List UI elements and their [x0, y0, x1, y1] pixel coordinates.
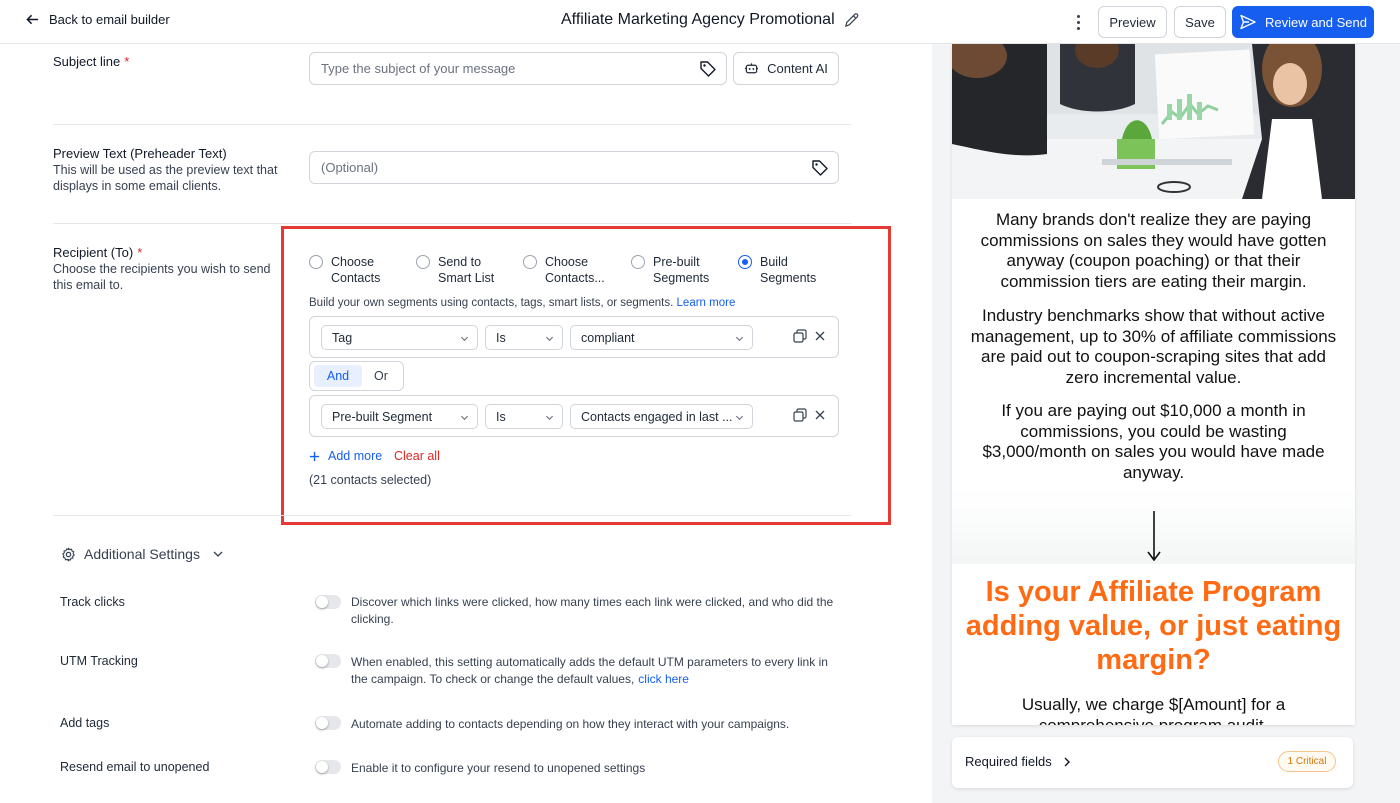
click-here-link[interactable]: click here [638, 672, 689, 686]
radio-dot[interactable] [309, 255, 323, 269]
review-and-send-button[interactable]: Review and Send [1232, 6, 1374, 38]
top-bar: Back to email builder Affiliate Marketin… [0, 0, 1400, 44]
radio-send-to-smart-list[interactable]: Send to Smart List [416, 254, 494, 286]
tag-icon[interactable] [811, 159, 829, 177]
chevron-down-icon [735, 415, 744, 421]
arrow-down-icon [1147, 511, 1161, 562]
close-icon[interactable] [814, 409, 826, 421]
rule-operator-select[interactable]: Is [485, 325, 563, 350]
critical-badge: 1 Critical [1278, 751, 1336, 772]
chevron-down-icon [213, 551, 223, 557]
and-or-toggle: And Or [309, 361, 404, 391]
email-headline: Is your Affiliate Program adding value, … [965, 576, 1342, 676]
additional-settings-toggle[interactable]: Additional Settings [61, 546, 224, 562]
robot-icon [745, 63, 759, 74]
or-button[interactable]: Or [374, 369, 388, 383]
arrow-left-icon [26, 14, 39, 25]
radio-dot[interactable] [416, 255, 430, 269]
chevron-down-icon [545, 415, 554, 421]
plus-icon [309, 451, 320, 461]
required-fields-panel[interactable]: Required fields 1 Critical [952, 737, 1353, 788]
send-label: Review and Send [1265, 14, 1367, 30]
preheader-input[interactable]: (Optional) [309, 151, 839, 184]
divider [53, 124, 852, 125]
add-tags-label: Add tags [60, 716, 110, 730]
track-clicks-label: Track clicks [60, 595, 125, 609]
radio-pre-built-segments[interactable]: Pre-built Segments [631, 254, 709, 286]
more-options-icon[interactable] [1070, 12, 1086, 32]
back-label: Back to email builder [49, 12, 170, 27]
office-photo [952, 44, 1355, 199]
resend-unopened-description: Enable it to configure your resend to un… [351, 761, 646, 775]
clear-all-button[interactable]: Clear all [394, 449, 440, 463]
radio-build-segments[interactable]: Build Segments [738, 254, 816, 286]
build-segments-hint: Build your own segments using contacts, … [309, 297, 736, 309]
close-icon[interactable] [814, 330, 826, 342]
divider [53, 515, 852, 516]
chevron-down-icon [460, 336, 469, 342]
pencil-icon[interactable] [843, 12, 860, 29]
required-fields-title[interactable]: Required fields [965, 754, 1072, 769]
divider [53, 223, 852, 224]
subject-label: Subject line * [53, 54, 130, 69]
radio-dot-selected[interactable] [738, 255, 752, 269]
email-paragraph: Industry benchmarks show that without ac… [970, 306, 1337, 387]
preheader-placeholder: (Optional) [321, 160, 379, 175]
track-clicks-toggle[interactable] [315, 595, 341, 609]
campaign-title-text: Affiliate Marketing Agency Promotional [561, 11, 835, 28]
content-ai-label: Content AI [767, 61, 828, 76]
chevron-right-icon [1064, 757, 1070, 766]
add-more-button[interactable]: Add more [309, 449, 382, 463]
subject-placeholder: Type the subject of your message [321, 61, 516, 76]
chevron-down-icon [545, 336, 554, 342]
additional-settings-title: Additional Settings [84, 546, 200, 562]
send-icon [1240, 14, 1256, 30]
learn-more-link[interactable]: Learn more [677, 297, 736, 309]
email-preview: Many brands don't realize they are payin… [952, 44, 1355, 725]
radio-dot[interactable] [631, 255, 645, 269]
rule-value-select[interactable]: compliant [570, 325, 753, 350]
rule-field-select[interactable]: Pre-built Segment [321, 404, 478, 429]
rule-field-select[interactable]: Tag [321, 325, 478, 350]
campaign-title: Affiliate Marketing Agency Promotional [561, 11, 860, 29]
resend-unopened-label: Resend email to unopened [60, 760, 210, 774]
resend-unopened-toggle[interactable] [315, 760, 341, 774]
recipient-description: Choose the recipients you wish to send th… [53, 262, 271, 292]
gear-icon [62, 547, 75, 561]
save-button[interactable]: Save [1174, 6, 1226, 38]
radio-dot[interactable] [523, 255, 537, 269]
copy-icon[interactable] [793, 408, 807, 422]
utm-tracking-label: UTM Tracking [60, 654, 138, 668]
rule-value-select[interactable]: Contacts engaged in last ... [570, 404, 753, 429]
track-clicks-description: Discover which links were clicked, how m… [351, 595, 834, 626]
utm-tracking-toggle[interactable] [315, 654, 341, 668]
chevron-down-icon [460, 415, 469, 421]
copy-icon[interactable] [793, 329, 807, 343]
back-to-builder-link[interactable]: Back to email builder [26, 12, 170, 27]
preheader-label: Preview Text (Preheader Text) [53, 146, 227, 161]
chevron-down-icon [735, 336, 744, 342]
radio-choose-contacts[interactable]: Choose Contacts [309, 254, 380, 286]
tag-icon[interactable] [699, 60, 717, 78]
add-tags-description: Automate adding to contacts depending on… [351, 717, 790, 731]
preheader-description: This will be used as the preview text th… [53, 163, 278, 193]
rule-operator-select[interactable]: Is [485, 404, 563, 429]
subject-input[interactable]: Type the subject of your message [309, 52, 727, 85]
content-ai-button[interactable]: Content AI [733, 52, 839, 85]
email-paragraph: Many brands don't realize they are payin… [980, 210, 1327, 291]
email-paragraph: Usually, we charge $[Amount] for a compr… [1021, 695, 1286, 725]
preview-button[interactable]: Preview [1098, 6, 1167, 38]
radio-choose-contacts-2[interactable]: Choose Contacts... [523, 254, 605, 286]
add-tags-toggle[interactable] [315, 716, 341, 730]
recipient-label: Recipient (To) * [53, 245, 143, 260]
email-paragraph: If you are paying out $10,000 a month in… [982, 401, 1325, 482]
and-button[interactable]: And [314, 365, 362, 387]
utm-tracking-description: When enabled, this setting automatically… [351, 655, 828, 686]
contacts-selected-count: (21 contacts selected) [309, 473, 432, 487]
